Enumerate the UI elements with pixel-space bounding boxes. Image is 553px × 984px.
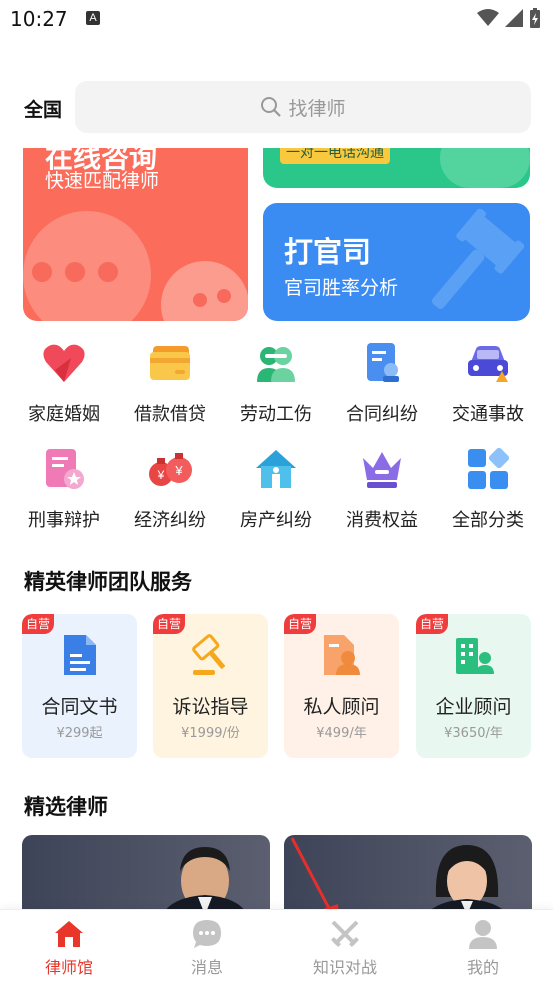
nav-label: 消息 <box>190 958 223 977</box>
bubble-dot <box>193 293 207 307</box>
service-price: ¥3650/年 <box>444 726 503 741</box>
category-label: 全部分类 <box>452 510 524 531</box>
service-name: 私人顾问 <box>303 696 380 718</box>
swords-icon <box>331 920 359 947</box>
banner-title: 打官司 <box>284 235 372 269</box>
category-label: 家庭婚姻 <box>28 404 100 425</box>
category-loan[interactable]: 借款借贷 <box>117 338 223 438</box>
service-name: 企业顾问 <box>435 696 512 718</box>
category-label: 交通事故 <box>452 404 524 425</box>
svg-text:¥: ¥ <box>174 463 183 478</box>
nav-item-lawyer-hall[interactable]: 律师馆 <box>0 910 138 984</box>
bottom-nav: 律师馆 消息 知识对战 我的 <box>0 909 553 984</box>
service-name: 合同文书 <box>41 696 118 718</box>
nav-label: 知识对战 <box>312 958 377 977</box>
service-card-enterprise-advisor[interactable]: 自营 企业顾问 ¥3650/年 <box>416 614 531 758</box>
criminal-doc-icon <box>46 449 84 489</box>
category-label: 借款借贷 <box>134 404 206 425</box>
service-card-contract[interactable]: 自营 合同文书 ¥299起 <box>22 614 137 758</box>
category-label: 房产纠纷 <box>240 510 312 531</box>
lawyers-section-title: 精选律师 <box>24 795 108 819</box>
nav-item-profile[interactable]: 我的 <box>414 910 552 984</box>
building-icon <box>456 638 494 674</box>
category-label: 刑事辩护 <box>28 510 100 531</box>
lawyer-card[interactable] <box>22 835 270 915</box>
category-consumer[interactable]: 消费权益 <box>329 444 435 544</box>
category-labor[interactable]: 劳动工伤 <box>223 338 329 438</box>
nav-label: 律师馆 <box>44 958 93 977</box>
chat-icon <box>193 920 221 948</box>
status-time: 10:27 <box>10 7 68 31</box>
banner-decoration <box>440 148 530 188</box>
user-icon <box>469 920 497 949</box>
service-card-private-advisor[interactable]: 自营 私人顾问 ¥499/年 <box>284 614 399 758</box>
lawyer-avatar <box>162 847 248 915</box>
service-price: ¥499/年 <box>316 726 367 741</box>
category-criminal[interactable]: 刑事辩护 <box>11 444 117 544</box>
category-family[interactable]: 家庭婚姻 <box>11 338 117 438</box>
banner-tag: 一对一电话沟通 <box>280 148 390 164</box>
money-bag-icon: ¥ ¥ <box>149 453 192 486</box>
search-placeholder: 找律师 <box>288 97 346 120</box>
bubble-dot <box>65 262 85 282</box>
service-price: ¥299起 <box>56 726 103 741</box>
wifi-icon <box>477 9 499 26</box>
service-price: ¥1999/份 <box>181 726 240 741</box>
grid-icon <box>468 447 510 489</box>
category-label: 经济纠纷 <box>134 510 206 531</box>
svg-text:¥: ¥ <box>157 468 165 482</box>
category-label: 劳动工伤 <box>240 404 312 425</box>
contract-icon <box>367 343 399 382</box>
service-card-litigation[interactable]: 自营 诉讼指导 ¥1999/份 <box>153 614 268 758</box>
elite-section-title: 精英律师团队服务 <box>24 570 192 594</box>
bubble-decoration-small <box>161 261 248 321</box>
self-operated-badge: 自营 <box>22 614 54 634</box>
self-operated-badge: 自营 <box>284 614 316 634</box>
document-icon <box>64 635 96 675</box>
service-name: 诉讼指导 <box>172 696 249 718</box>
category-economic[interactable]: ¥ ¥ 经济纠纷 <box>117 444 223 544</box>
crown-icon <box>363 452 401 488</box>
battery-icon <box>530 8 540 28</box>
category-label: 合同纠纷 <box>346 404 418 425</box>
status-bar: 10:27 A <box>0 0 553 40</box>
gavel-icon <box>192 634 226 675</box>
location-selector[interactable]: 全国 <box>24 95 62 122</box>
house-icon <box>256 450 296 488</box>
self-operated-badge: 自营 <box>153 614 185 634</box>
signal-icon <box>505 9 523 27</box>
banner-subtitle: 官司胜率分析 <box>284 277 399 299</box>
search-input[interactable]: 找律师 <box>75 81 531 133</box>
card-icon <box>150 346 190 380</box>
category-all[interactable]: 全部分类 <box>435 444 541 544</box>
banner-phone-consult[interactable]: 一对一电话沟通 <box>263 148 530 188</box>
bubble-dot <box>98 262 118 282</box>
bubble-dot <box>217 289 231 303</box>
category-property[interactable]: 房产纠纷 <box>223 444 329 544</box>
worker-icon <box>257 347 295 382</box>
nav-item-knowledge-battle[interactable]: 知识对战 <box>276 910 414 984</box>
category-label: 消费权益 <box>346 510 418 531</box>
status-icons <box>477 8 541 28</box>
category-traffic[interactable]: 交通事故 <box>435 338 541 438</box>
nav-label: 我的 <box>466 958 499 977</box>
gavel-icon <box>431 209 525 309</box>
search-icon <box>261 97 282 117</box>
person-doc-icon <box>324 635 360 675</box>
notification-a-icon: A <box>86 11 100 25</box>
banner-lawsuit[interactable]: 打官司 官司胜率分析 <box>263 203 530 321</box>
self-operated-badge: 自营 <box>416 614 448 634</box>
nav-item-messages[interactable]: 消息 <box>138 910 276 984</box>
heart-icon <box>43 344 85 382</box>
bubble-dot <box>32 262 52 282</box>
home-icon <box>55 921 83 947</box>
banner-online-consult[interactable]: 在线咨询 快速匹配律师 <box>23 148 248 321</box>
category-contract[interactable]: 合同纠纷 <box>329 338 435 438</box>
banner-subtitle: 快速匹配律师 <box>45 170 160 192</box>
car-icon <box>468 346 508 382</box>
